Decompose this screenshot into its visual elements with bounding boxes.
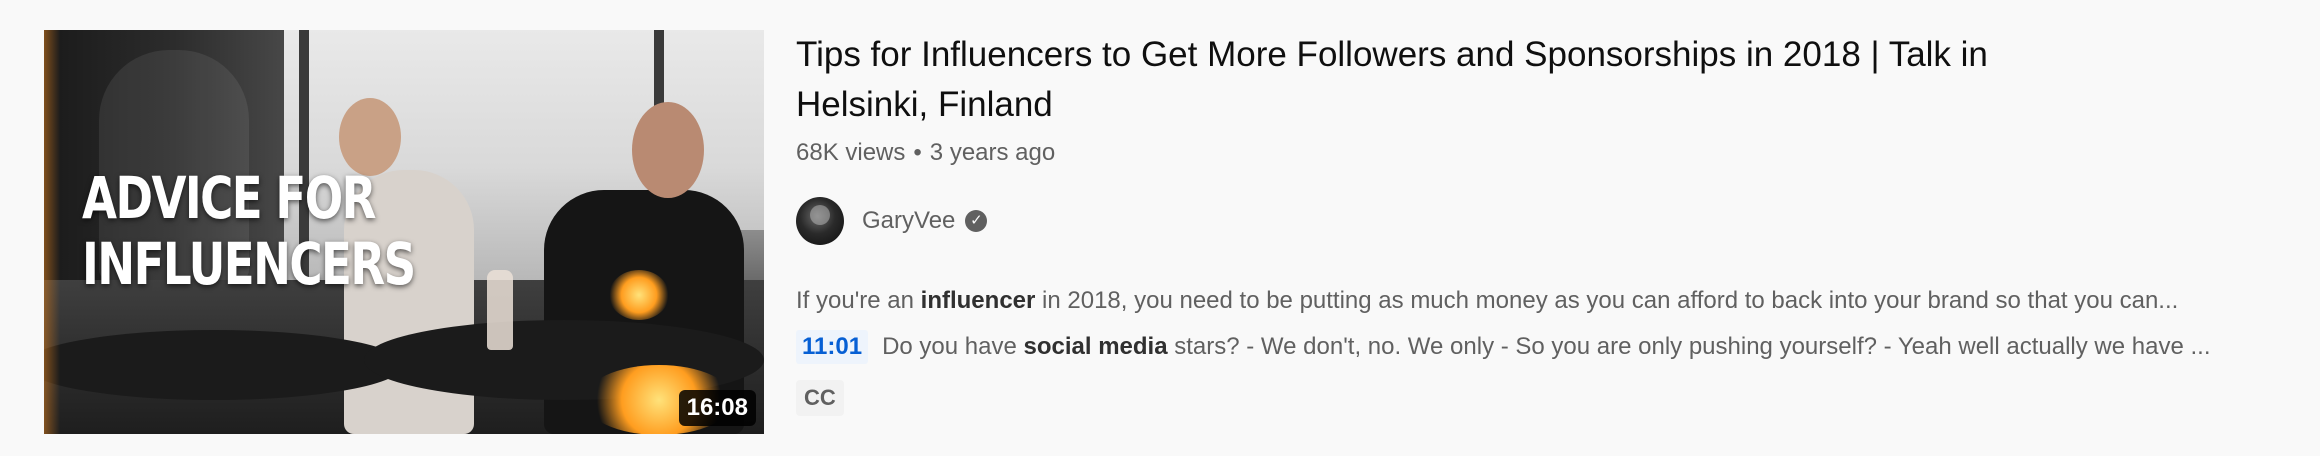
thumbnail-bottle <box>487 270 513 350</box>
description-highlight: influencer <box>920 287 1036 314</box>
snippet-text: Do you have social media stars? - We don… <box>882 330 2246 364</box>
thumbnail-fire-effect <box>609 270 669 320</box>
thumbnail-edge-glow <box>44 30 60 434</box>
video-details: Tips for Influencers to Get More Followe… <box>796 30 2264 434</box>
video-thumbnail[interactable]: ADVICE FOR INFLUENCERS 16:08 <box>44 30 764 434</box>
channel-info: GaryVee ✓ <box>796 194 2264 248</box>
check-circle-icon: ✓ <box>965 210 988 232</box>
transcript-snippet: 11:01 Do you have social media stars? - … <box>796 330 2246 364</box>
snippet-text-part: stars? - We don't, no. We only - So you … <box>1167 333 2211 360</box>
channel-avatar[interactable] <box>796 197 844 245</box>
video-description: If you're an influencer in 2018, you nee… <box>796 284 2246 318</box>
channel-name[interactable]: GaryVee <box>862 207 955 235</box>
thumbnail-overlay-text: ADVICE FOR INFLUENCERS <box>82 164 416 298</box>
description-text: If you're an <box>796 287 921 314</box>
metadata-separator: • <box>913 139 922 166</box>
upload-age: 3 years ago <box>929 139 1056 166</box>
video-metadata: 68K views • 3 years ago <box>796 136 2264 170</box>
snippet-highlight: social media <box>1023 333 1168 360</box>
cc-badge: CC <box>796 380 844 416</box>
thumbnail-overlay-line: ADVICE FOR <box>82 164 376 232</box>
description-text: in 2018, you need to be putting as much … <box>1035 287 2179 314</box>
snippet-timestamp-link[interactable]: 11:01 <box>796 330 869 364</box>
thumbnail-overlay-line: INFLUENCERS <box>82 230 416 298</box>
snippet-text-part: Do you have <box>882 333 1024 360</box>
thumbnail-person-right-head <box>632 102 704 198</box>
video-title[interactable]: Tips for Influencers to Get More Followe… <box>796 30 2066 130</box>
view-count: 68K views <box>796 139 906 166</box>
video-result[interactable]: ADVICE FOR INFLUENCERS 16:08 Tips for In… <box>44 30 2264 434</box>
duration-badge: 16:08 <box>678 390 756 426</box>
